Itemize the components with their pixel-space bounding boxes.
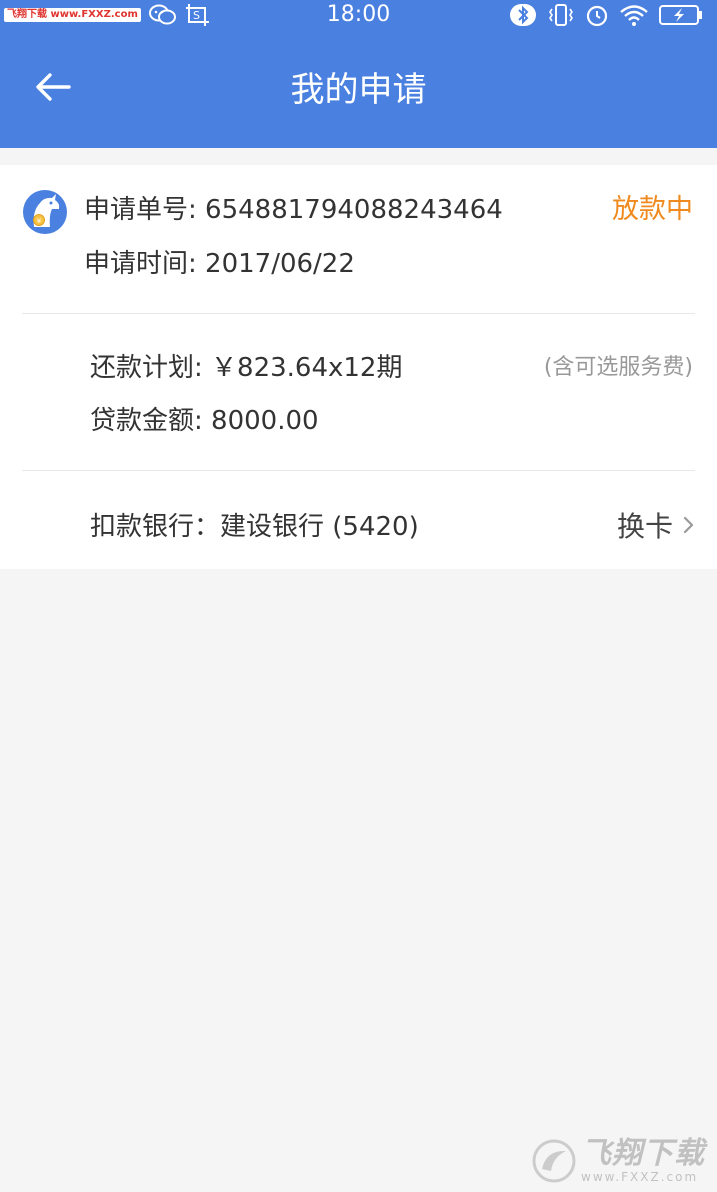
change-card-button[interactable]: 换卡 [617,507,695,547]
repayment-plan-row: 还款计划: ￥823.64x12期 [90,351,402,385]
apply-time-value: 2017/06/22 [205,249,355,279]
debit-bank-label: 扣款银行： [90,512,221,542]
status-badge: 放款中 [612,194,693,225]
battery-charging-icon [659,4,703,26]
nav-bar: 我的申请 [0,30,717,148]
page-title: 我的申请 [290,70,427,110]
wifi-icon [619,3,649,27]
alarm-icon [585,3,609,27]
application-card: ¥ 申请单号: 654881794088243464 放款中 申请时间: 201… [0,165,717,569]
order-number-label: 申请单号: [84,195,206,225]
status-bar-right [509,2,703,28]
watermark-sub-text: www.FXXZ.com [581,1170,699,1184]
repayment-plan-value: ￥823.64x12期 [211,353,403,383]
debit-bank-value: 建设银行 (5420) [220,512,419,542]
debit-bank-row: 扣款银行：建设银行 (5420) [90,510,419,544]
loan-amount-row: 贷款金额: 8000.00 [90,404,319,438]
repayment-plan-label: 还款计划: [90,353,212,383]
loan-amount-value: 8000.00 [211,406,319,436]
chevron-right-icon [683,515,695,539]
service-fee-note: (含可选服务费) [543,355,693,380]
change-card-label: 换卡 [616,510,673,543]
apply-time-label: 申请时间: [84,249,206,279]
loan-amount-label: 贷款金额: [90,406,212,436]
watermark-main-text: 飞翔下载 [581,1136,705,1171]
bluetooth-icon [509,3,537,27]
status-bar: 飞翔下载 www.FXXZ.com S 18:00 [0,0,717,30]
apply-time-row: 申请时间: 2017/06/22 [84,247,355,281]
watermark-logo-icon [531,1138,577,1184]
vibrate-icon [547,3,575,27]
watermark-text: 飞翔下载 www.FXXZ.com [581,1136,705,1185]
svg-text:¥: ¥ [37,217,42,225]
divider [22,313,695,314]
horse-mascot-icon: ¥ [22,189,68,235]
order-number-row: 申请单号: 654881794088243464 [84,193,503,227]
watermark: 飞翔下载 www.FXXZ.com [531,1138,705,1184]
divider [22,470,695,471]
order-number-value: 654881794088243464 [205,195,503,225]
